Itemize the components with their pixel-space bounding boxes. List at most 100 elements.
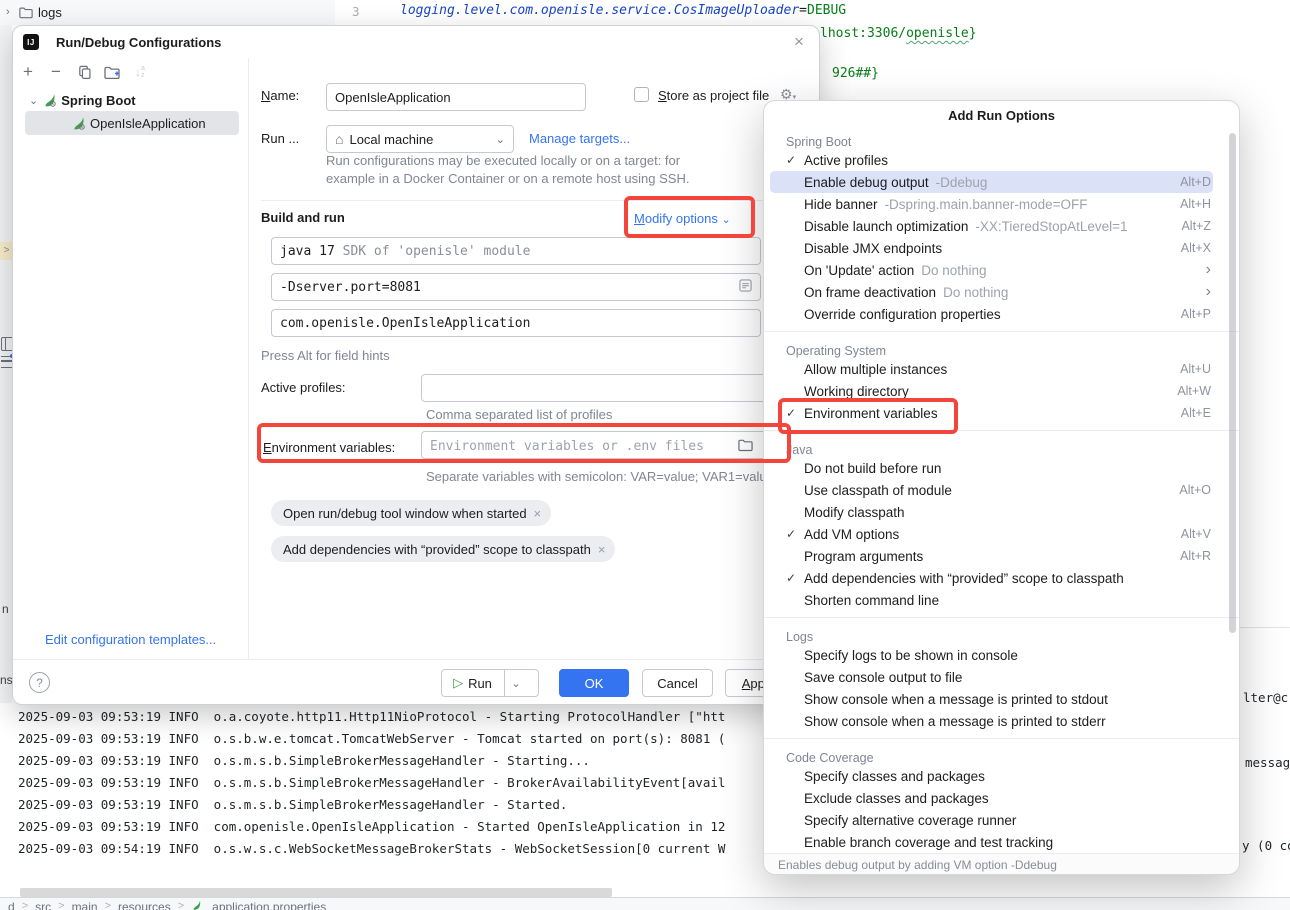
store-as-project-file-label: Store as project file bbox=[658, 88, 769, 103]
tree-item-logs[interactable]: logs bbox=[38, 5, 62, 20]
horizontal-scrollbar[interactable] bbox=[20, 888, 612, 897]
breadcrumb-separator-icon: > bbox=[58, 900, 64, 910]
menu-item-label: Active profiles bbox=[804, 153, 888, 168]
menu-item-label: Program arguments bbox=[804, 549, 923, 564]
remove-configuration-icon[interactable]: − bbox=[47, 63, 65, 81]
cancel-button[interactable]: Cancel bbox=[642, 669, 713, 697]
menu-item-hide-banner[interactable]: Hide banner-Dspring.main.banner-mode=OFF… bbox=[770, 193, 1213, 215]
popup-title: Add Run Options bbox=[764, 101, 1239, 129]
menu-item-modify-classpath[interactable]: Modify classpath bbox=[770, 501, 1213, 523]
build-and-run-header: Build and run bbox=[261, 210, 345, 225]
menu-item-add-vm-options[interactable]: ✓Add VM optionsAlt+V bbox=[770, 523, 1213, 545]
menu-item-active-profiles[interactable]: ✓Active profiles bbox=[770, 149, 1213, 171]
edit-configuration-templates-link[interactable]: Edit configuration templates... bbox=[45, 632, 216, 647]
new-folder-icon[interactable] bbox=[103, 63, 121, 81]
manage-targets-link[interactable]: Manage targets... bbox=[529, 131, 630, 146]
panel-divider bbox=[248, 58, 249, 659]
name-label: Name: bbox=[261, 88, 299, 103]
tree-item-openisleapplication[interactable]: OpenIsleApplication bbox=[25, 111, 239, 135]
help-icon[interactable]: ? bbox=[29, 672, 50, 693]
sort-icon[interactable]: ↓az bbox=[131, 63, 149, 81]
menu-item-shortcut: Alt+P bbox=[1181, 307, 1211, 321]
menu-item-save-console-output-to-file[interactable]: Save console output to file bbox=[770, 666, 1213, 688]
breadcrumb-item[interactable]: main bbox=[72, 900, 98, 910]
breadcrumb-item[interactable]: resources bbox=[118, 900, 171, 910]
target-select[interactable]: ⌂ Local machine ⌄ bbox=[326, 125, 514, 153]
menu-item-label: Add VM options bbox=[804, 527, 899, 542]
name-input[interactable] bbox=[326, 83, 586, 111]
menu-item-do-not-build-before-run[interactable]: Do not build before run bbox=[770, 457, 1213, 479]
copy-configuration-icon[interactable] bbox=[75, 63, 93, 81]
menu-item-label: Use classpath of module bbox=[804, 483, 952, 498]
menu-item-shortcut: Alt+U bbox=[1180, 362, 1211, 376]
tree-expand-icon[interactable]: › bbox=[6, 6, 10, 18]
ok-button[interactable]: OK bbox=[559, 669, 629, 697]
menu-item-specify-logs-to-be-shown-in-console[interactable]: Specify logs to be shown in console bbox=[770, 644, 1213, 666]
console-log-line: 2025-09-03 09:53:19 INFO o.s.b.w.e.tomca… bbox=[18, 728, 725, 750]
active-profiles-input[interactable] bbox=[421, 374, 773, 402]
menu-item-label: Disable JMX endpoints bbox=[804, 241, 942, 256]
menu-item-detail: -Dspring.main.banner-mode=OFF bbox=[885, 197, 1088, 212]
alt-hint: Press Alt for field hints bbox=[261, 348, 390, 363]
menu-item-disable-launch-optimization[interactable]: Disable launch optimization-XX:TieredSto… bbox=[770, 215, 1213, 237]
menu-item-exclude-classes-and-packages[interactable]: Exclude classes and packages bbox=[770, 787, 1213, 809]
menu-item-shortcut: Alt+O bbox=[1179, 483, 1211, 497]
menu-item-label: Specify logs to be shown in console bbox=[804, 648, 1018, 663]
menu-item-add-dependencies-with-provided-scope-to-classpath[interactable]: ✓Add dependencies with “provided” scope … bbox=[770, 567, 1213, 589]
editor-code-line: logging.level.com.openisle.service.CosIm… bbox=[400, 3, 846, 18]
menu-item-enable-branch-coverage-and-test-tracking[interactable]: Enable branch coverage and test tracking bbox=[770, 831, 1213, 853]
menu-item-label: Modify classpath bbox=[804, 505, 905, 520]
remove-tag-icon[interactable]: × bbox=[598, 542, 606, 557]
folder-icon bbox=[19, 6, 33, 19]
breadcrumb: d>src>main>resources>application.propert… bbox=[0, 897, 1290, 910]
menu-item-show-console-when-a-message-is-printed-to-stdout[interactable]: Show console when a message is printed t… bbox=[770, 688, 1213, 710]
menu-item-disable-jmx-endpoints[interactable]: Disable JMX endpointsAlt+X bbox=[770, 237, 1213, 259]
menu-item-shorten-command-line[interactable]: Shorten command line bbox=[770, 589, 1213, 611]
menu-item-label: Do not build before run bbox=[804, 461, 941, 476]
menu-item-enable-debug-output[interactable]: Enable debug output-DdebugAlt+D bbox=[770, 171, 1213, 193]
breadcrumb-item[interactable]: d bbox=[8, 900, 15, 910]
breadcrumb-item[interactable]: application.properties bbox=[212, 900, 326, 910]
menu-item-specify-alternative-coverage-runner[interactable]: Specify alternative coverage runner bbox=[770, 809, 1213, 831]
menu-item-shortcut: Alt+R bbox=[1180, 549, 1211, 563]
todo-list-icon[interactable] bbox=[1, 356, 12, 368]
menu-item-use-classpath-of-module[interactable]: Use classpath of module Alt+O bbox=[770, 479, 1213, 501]
menu-item-on-update-action[interactable]: On 'Update' actionDo nothing› bbox=[770, 259, 1213, 281]
console-fragment: y (0 co bbox=[1242, 838, 1290, 853]
tree-group-spring-boot[interactable]: ⌄ Spring Boot bbox=[25, 89, 136, 111]
spring-boot-icon bbox=[71, 116, 86, 131]
menu-item-label: Add dependencies with “provided” scope t… bbox=[804, 571, 1124, 586]
menu-item-label: On frame deactivation bbox=[804, 285, 936, 300]
menu-item-shortcut: Alt+H bbox=[1180, 197, 1211, 211]
menu-section-header: Code Coverage bbox=[764, 745, 1239, 765]
popup-footer-hint: Enables debug output by adding VM option… bbox=[764, 853, 1239, 874]
expand-field-icon[interactable] bbox=[739, 279, 752, 296]
menu-item-shortcut: Alt+W bbox=[1177, 384, 1211, 398]
menu-item-override-configuration-properties[interactable]: Override configuration propertiesAlt+P bbox=[770, 303, 1213, 325]
menu-item-label: Save console output to file bbox=[804, 670, 962, 685]
menu-item-allow-multiple-instances[interactable]: Allow multiple instances Alt+U bbox=[770, 358, 1213, 380]
add-configuration-icon[interactable]: + bbox=[19, 63, 37, 81]
menu-item-label: Working directory bbox=[804, 384, 909, 399]
run-button[interactable]: ▷ Run ⌄ bbox=[441, 669, 539, 697]
menu-item-show-console-when-a-message-is-printed-to-stderr[interactable]: Show console when a message is printed t… bbox=[770, 710, 1213, 732]
console-output: 2025-09-03 09:53:19 INFO o.a.coyote.http… bbox=[18, 706, 725, 860]
vm-options-field[interactable]: -Dserver.port=8081 bbox=[271, 273, 761, 301]
env-hint: Separate variables with semicolon: VAR=v… bbox=[426, 469, 781, 484]
close-icon[interactable]: × bbox=[788, 31, 810, 53]
jdk-field[interactable]: java 17 SDK of 'openisle' module bbox=[271, 237, 761, 265]
toolwindow-label-fragment: n bbox=[2, 602, 9, 616]
menu-item-specify-classes-and-packages[interactable]: Specify classes and packages bbox=[770, 765, 1213, 787]
menu-item-label: Allow multiple instances bbox=[804, 362, 947, 377]
popup-scrollbar[interactable] bbox=[1229, 133, 1236, 633]
chevron-down-icon[interactable]: ⌄ bbox=[505, 677, 527, 690]
menu-item-label: Shorten command line bbox=[804, 593, 939, 608]
breadcrumb-item[interactable]: src bbox=[35, 900, 51, 910]
profiles-hint: Comma separated list of profiles bbox=[426, 407, 612, 422]
menu-section-header: Operating System bbox=[764, 338, 1239, 358]
menu-item-program-arguments[interactable]: Program arguments Alt+R bbox=[770, 545, 1213, 567]
remove-tag-icon[interactable]: × bbox=[534, 506, 542, 521]
main-class-field[interactable]: com.openisle.OpenIsleApplication bbox=[271, 309, 761, 337]
store-as-project-file-checkbox[interactable] bbox=[634, 87, 649, 102]
menu-item-on-frame-deactivation[interactable]: On frame deactivationDo nothing› bbox=[770, 281, 1213, 303]
